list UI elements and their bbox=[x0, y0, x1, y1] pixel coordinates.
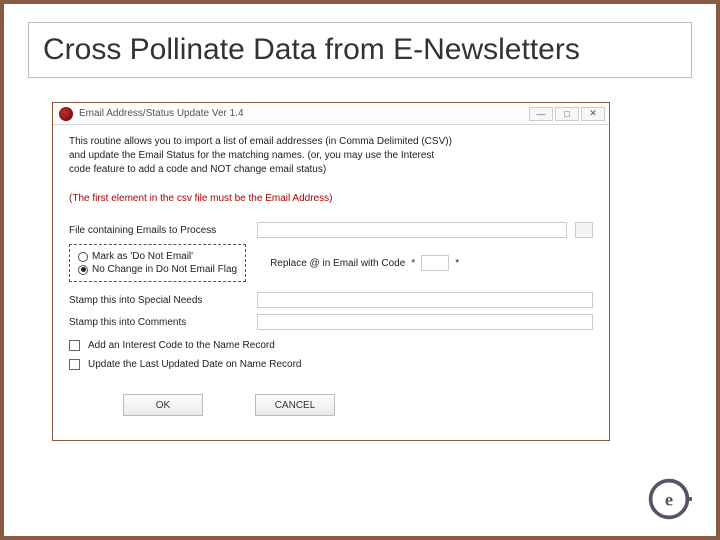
stamp-comments-label: Stamp this into Comments bbox=[69, 317, 249, 328]
ok-button[interactable]: OK bbox=[123, 394, 203, 416]
email-flag-group: Mark as 'Do Not Email' No Change in Do N… bbox=[69, 244, 246, 282]
button-row: OK CANCEL bbox=[123, 394, 593, 416]
svg-text:e: e bbox=[665, 489, 673, 509]
dialog-title: Email Address/Status Update Ver 1.4 bbox=[79, 108, 244, 119]
replace-code-input[interactable] bbox=[421, 255, 449, 271]
interest-code-checkbox[interactable] bbox=[69, 340, 80, 351]
radio-no-change[interactable] bbox=[78, 265, 88, 275]
radio-label-2: No Change in Do Not Email Flag bbox=[92, 264, 237, 275]
stamp-special-row: Stamp this into Special Needs bbox=[69, 292, 593, 308]
replace-at-row: Replace @ in Email with Code * * bbox=[270, 255, 459, 271]
stamp-special-label: Stamp this into Special Needs bbox=[69, 295, 249, 306]
footer-logo-icon: e bbox=[646, 476, 692, 522]
slide-title: Cross Pollinate Data from E-Newsletters bbox=[43, 33, 677, 67]
email-flag-row: Mark as 'Do Not Email' No Change in Do N… bbox=[69, 244, 593, 282]
file-path-input[interactable] bbox=[257, 222, 567, 238]
dialog-titlebar: Email Address/Status Update Ver 1.4 — □ … bbox=[53, 103, 609, 125]
intro-line-2: and update the Email Status for the matc… bbox=[69, 149, 593, 163]
last-updated-checkbox[interactable] bbox=[69, 359, 80, 370]
star-left: * bbox=[411, 258, 415, 269]
radio-label-1: Mark as 'Do Not Email' bbox=[92, 251, 193, 262]
maximize-button[interactable]: □ bbox=[555, 107, 579, 121]
interest-code-label: Add an Interest Code to the Name Record bbox=[88, 340, 275, 351]
browse-button[interactable] bbox=[575, 222, 593, 238]
stamp-comments-input[interactable] bbox=[257, 314, 593, 330]
intro-text: This routine allows you to import a list… bbox=[69, 135, 593, 177]
stamp-comments-row: Stamp this into Comments bbox=[69, 314, 593, 330]
interest-code-row: Add an Interest Code to the Name Record bbox=[69, 340, 593, 351]
replace-label: Replace @ in Email with Code bbox=[270, 258, 405, 269]
last-updated-label: Update the Last Updated Date on Name Rec… bbox=[88, 359, 301, 370]
dialog-window: Email Address/Status Update Ver 1.4 — □ … bbox=[52, 102, 610, 441]
minimize-button[interactable]: — bbox=[529, 107, 553, 121]
stamp-special-input[interactable] bbox=[257, 292, 593, 308]
app-icon bbox=[59, 107, 73, 121]
cancel-button[interactable]: CANCEL bbox=[255, 394, 335, 416]
radio-mark-do-not-email[interactable] bbox=[78, 252, 88, 262]
star-right: * bbox=[455, 258, 459, 269]
intro-line-3: code feature to add a code and NOT chang… bbox=[69, 163, 593, 177]
intro-line-1: This routine allows you to import a list… bbox=[69, 135, 593, 149]
dialog-body: This routine allows you to import a list… bbox=[53, 125, 609, 440]
file-row: File containing Emails to Process bbox=[69, 222, 593, 238]
slide-title-box: Cross Pollinate Data from E-Newsletters bbox=[28, 22, 692, 78]
last-updated-row: Update the Last Updated Date on Name Rec… bbox=[69, 359, 593, 370]
file-label: File containing Emails to Process bbox=[69, 225, 249, 236]
close-button[interactable]: ✕ bbox=[581, 107, 605, 121]
warning-text: (The first element in the csv file must … bbox=[69, 193, 593, 204]
